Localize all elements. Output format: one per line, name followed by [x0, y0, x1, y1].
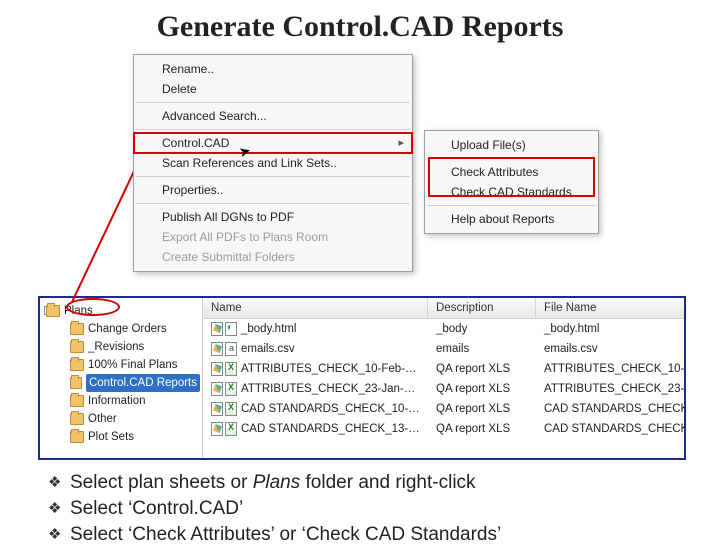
tree-item[interactable]: Change Orders: [42, 320, 200, 338]
menu-publish-dgn[interactable]: Publish All DGNs to PDF: [134, 207, 412, 227]
table-row[interactable]: CAD STANDARDS_CHECK_10-Feb-2..QA report …: [203, 399, 686, 419]
bullet-1: Select plan sheets or Plans folder and r…: [48, 470, 668, 496]
menu-separator: [427, 205, 596, 206]
context-menu: Rename.. Delete Advanced Search... Contr…: [133, 54, 413, 272]
file-description: QA report XLS: [428, 422, 536, 436]
xl-icon: [225, 362, 237, 376]
tree-label: Change Orders: [88, 320, 167, 338]
menu-controlcad[interactable]: Control.CAD: [134, 133, 412, 153]
folder-icon: [70, 413, 84, 425]
file-name: CAD STANDARDS_CHECK_13-Sep-..: [241, 423, 428, 435]
pencil-icon: [211, 342, 223, 356]
file-description: _body: [428, 322, 536, 336]
xl-icon: [225, 402, 237, 416]
file-filename: ATTRIBUTES_CHECK_23-Jan-..: [536, 382, 686, 396]
bullet-text: Select plan sheets or: [70, 472, 253, 493]
folder-tree: − Plans Change Orders_Revisions100% Fina…: [40, 298, 203, 458]
folder-icon: [70, 377, 82, 389]
file-grid: Name Description File Name _body.html_bo…: [203, 298, 686, 458]
menu-delete[interactable]: Delete: [134, 79, 412, 99]
submenu-help[interactable]: Help about Reports: [425, 209, 598, 229]
bullet-text: folder and right-click: [300, 472, 475, 493]
xl-icon: [225, 422, 237, 436]
menu-advanced-search[interactable]: Advanced Search...: [134, 106, 412, 126]
controlcad-submenu: Upload File(s) Check Attributes Check CA…: [424, 130, 599, 234]
file-name: ATTRIBUTES_CHECK_10-Feb-2012_a..: [241, 363, 428, 375]
col-header-filename[interactable]: File Name: [536, 298, 686, 318]
menu-export-pdfs: Export All PDFs to Plans Room: [134, 227, 412, 247]
pencil-icon: [211, 322, 223, 336]
instruction-bullets: Select plan sheets or Plans folder and r…: [48, 470, 668, 548]
xl-icon: [225, 382, 237, 396]
folder-icon: [46, 305, 60, 317]
folder-icon: [70, 341, 84, 353]
col-header-name[interactable]: Name: [203, 298, 428, 318]
submenu-upload-files[interactable]: Upload File(s): [425, 135, 598, 155]
tree-label: 100% Final Plans: [88, 356, 178, 374]
table-row[interactable]: ATTRIBUTES_CHECK_10-Feb-2012_a..QA repor…: [203, 359, 686, 379]
tree-item[interactable]: Plot Sets: [42, 428, 200, 446]
csv-icon: [225, 342, 237, 356]
submenu-check-cad-standards[interactable]: Check CAD Standards: [425, 182, 598, 202]
folder-icon: [70, 395, 84, 407]
file-filename: emails.csv: [536, 342, 686, 356]
tree-item[interactable]: Control.CAD Reports: [42, 374, 200, 392]
file-filename: CAD STANDARDS_CHECK_13..: [536, 422, 686, 436]
tree-label: Control.CAD Reports: [86, 374, 200, 392]
table-row[interactable]: _body.html_body_body.html: [203, 319, 686, 339]
file-name: ATTRIBUTES_CHECK_23-Jan-2012_a..: [241, 383, 428, 395]
table-row[interactable]: CAD STANDARDS_CHECK_13-Sep-..QA report X…: [203, 419, 686, 439]
folder-icon: [70, 359, 84, 371]
tree-item[interactable]: Other: [42, 410, 200, 428]
html-icon: [225, 322, 237, 336]
menu-separator: [136, 102, 410, 103]
file-filename: CAD STANDARDS_CHECK_10..: [536, 402, 686, 416]
file-description: emails: [428, 342, 536, 356]
tree-item[interactable]: Information: [42, 392, 200, 410]
pencil-icon: [211, 362, 223, 376]
menu-separator: [427, 158, 596, 159]
submenu-check-attributes[interactable]: Check Attributes: [425, 162, 598, 182]
file-name: CAD STANDARDS_CHECK_10-Feb-2..: [241, 403, 428, 415]
tree-label: Information: [88, 392, 146, 410]
menu-rename[interactable]: Rename..: [134, 59, 412, 79]
folder-icon: [70, 431, 84, 443]
menu-separator: [136, 176, 410, 177]
menu-properties[interactable]: Properties..: [134, 180, 412, 200]
tree-item[interactable]: 100% Final Plans: [42, 356, 200, 374]
file-filename: _body.html: [536, 322, 686, 336]
tree-label: _Revisions: [88, 338, 144, 356]
grid-header: Name Description File Name: [203, 298, 686, 319]
menu-create-submittal: Create Submittal Folders: [134, 247, 412, 267]
pencil-icon: [211, 382, 223, 396]
tree-label: Plans: [64, 302, 93, 320]
tree-item[interactable]: _Revisions: [42, 338, 200, 356]
file-explorer: − Plans Change Orders_Revisions100% Fina…: [38, 296, 686, 460]
folder-icon: [70, 323, 84, 335]
menu-separator: [136, 203, 410, 204]
table-row[interactable]: ATTRIBUTES_CHECK_23-Jan-2012_a..QA repor…: [203, 379, 686, 399]
file-description: QA report XLS: [428, 362, 536, 376]
bullet-2: Select ‘Control.CAD’: [48, 496, 668, 522]
pencil-icon: [211, 422, 223, 436]
col-header-description[interactable]: Description: [428, 298, 536, 318]
file-filename: ATTRIBUTES_CHECK_10-Feb-..: [536, 362, 686, 376]
bullet-3: Select ‘Check Attributes’ or ‘Check CAD …: [48, 522, 668, 548]
bullet-emphasis: Plans: [253, 472, 301, 493]
tree-label: Other: [88, 410, 117, 428]
table-row[interactable]: emails.csvemailsemails.csv: [203, 339, 686, 359]
file-name: _body.html: [241, 323, 296, 335]
page-title: Generate Control.CAD Reports: [0, 10, 720, 44]
pencil-icon: [211, 402, 223, 416]
menu-separator: [136, 129, 410, 130]
file-description: QA report XLS: [428, 382, 536, 396]
tree-label: Plot Sets: [88, 428, 134, 446]
menu-scan-references[interactable]: Scan References and Link Sets..: [134, 153, 412, 173]
file-description: QA report XLS: [428, 402, 536, 416]
file-name: emails.csv: [241, 343, 295, 355]
tree-root-plans[interactable]: − Plans: [42, 302, 200, 320]
